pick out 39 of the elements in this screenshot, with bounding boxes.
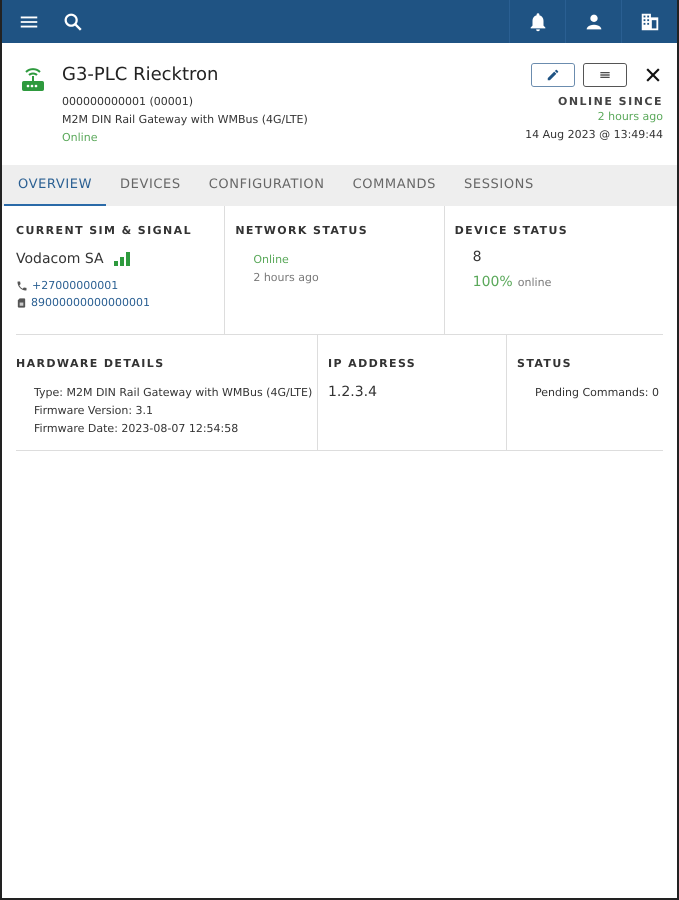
sim-card-icon xyxy=(16,296,27,308)
tab[interactable]: SESSIONS xyxy=(450,165,548,206)
device-count: 8 xyxy=(472,249,483,265)
online-since-label: ONLINE SINCE xyxy=(558,95,663,108)
section-heading: DEVICE STATUS xyxy=(454,224,570,237)
search-icon[interactable] xyxy=(62,10,84,32)
tab[interactable]: CONFIGURATION xyxy=(194,165,339,206)
online-since-date: 14 Aug 2023 @ 13:49:44 xyxy=(525,127,663,143)
signal-icon xyxy=(114,252,132,266)
section-heading: NETWORK STATUS xyxy=(235,224,370,237)
menu-button[interactable] xyxy=(583,63,627,87)
pencil-icon xyxy=(546,68,560,82)
phone-icon xyxy=(16,280,28,292)
iccid-number[interactable]: 89000000000000001 xyxy=(31,294,150,311)
edit-button[interactable] xyxy=(531,63,575,87)
device-title: G3-PLC Riecktron xyxy=(62,64,220,85)
hardware-detail: Type: M2M DIN Rail Gateway with WMBus (4G/LTE) xyxy=(33,385,314,401)
status-detail: Pending Commands: 0 xyxy=(534,385,660,401)
network-time: 2 hours ago xyxy=(252,270,320,286)
section-heading: IP ADDRESS xyxy=(328,357,418,370)
tab[interactable]: COMMANDS xyxy=(338,165,450,206)
hardware-detail: Firmware Date: 2023-08-07 12:54:58 xyxy=(33,421,240,437)
online-percent: 100% xyxy=(472,274,513,290)
device-model: M2M DIN Rail Gateway with WMBus (4G/LTE) xyxy=(62,112,309,128)
serial-number: 000000000001 (00001) xyxy=(62,94,194,110)
section-heading: CURRENT SIM & SIGNAL xyxy=(16,224,193,237)
operator-name: Vodacom SA xyxy=(16,251,104,267)
hardware-detail: Firmware Version: 3.1 xyxy=(33,403,154,419)
tab[interactable]: OVERVIEW xyxy=(4,165,106,206)
online-since-relative: 2 hours ago xyxy=(598,109,663,125)
online-label: online xyxy=(518,276,552,289)
device-status: Online xyxy=(62,130,98,146)
section-heading: HARDWARE DETAILS xyxy=(16,357,166,370)
section-heading: STATUS xyxy=(517,357,573,370)
network-status: Online xyxy=(252,252,290,268)
router-icon xyxy=(20,67,46,93)
tab[interactable]: DEVICES xyxy=(106,165,195,206)
ip-address: 1.2.3.4 xyxy=(328,384,378,400)
phone-number[interactable]: +27000000001 xyxy=(32,277,118,294)
